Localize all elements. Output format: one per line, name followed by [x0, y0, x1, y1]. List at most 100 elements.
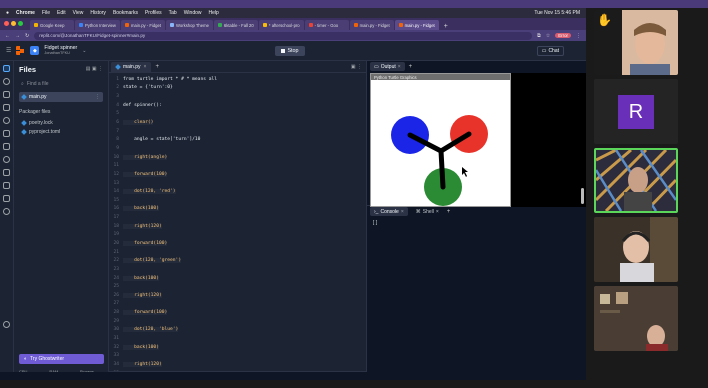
new-console-tab-icon[interactable]: + — [447, 209, 451, 215]
code-line[interactable]: 31 — [109, 334, 366, 343]
extensions-icon[interactable]: ⧉ — [537, 33, 541, 39]
console-tool-icon[interactable] — [3, 130, 10, 137]
browser-tab[interactable]: 6ktable - Fall 20 — [213, 20, 258, 30]
code-line[interactable]: 25 — [109, 282, 366, 291]
files-tool-icon[interactable] — [3, 65, 10, 72]
chat-button[interactable]: ▭ Chat — [536, 46, 564, 56]
replit-logo-icon[interactable] — [16, 46, 25, 55]
code-line[interactable]: 16 back(100) — [109, 205, 366, 214]
code-line[interactable]: 4 def spinner(): — [109, 101, 366, 110]
menu-tab[interactable]: Tab — [169, 10, 177, 16]
code-line[interactable]: 24 back(100) — [109, 274, 366, 283]
file-item-main-py[interactable]: main.py ⋮ — [19, 92, 103, 102]
code-line[interactable]: 32 back(100) — [109, 343, 366, 352]
find-file-input[interactable]: ⌕ Find a file — [19, 79, 103, 88]
video-tile-active-speaker[interactable] — [594, 148, 678, 213]
gallery-resize-handle[interactable] — [581, 188, 584, 204]
repl-title-block[interactable]: Fidget spinner JonathanTFKU — [44, 45, 77, 55]
packages-tool-icon[interactable] — [3, 91, 10, 98]
code-line[interactable]: 11 — [109, 161, 366, 170]
video-tile[interactable] — [594, 217, 678, 282]
close-window-icon[interactable] — [4, 21, 9, 26]
browser-tab[interactable]: - timer - Goo — [304, 20, 349, 30]
video-tile[interactable]: R — [594, 79, 678, 144]
code-line[interactable]: 33 — [109, 352, 366, 361]
code-line[interactable]: 28 forward(100) — [109, 308, 366, 317]
new-editor-tab-icon[interactable]: + — [155, 64, 159, 72]
code-line[interactable]: 22 dot(120, 'green') — [109, 256, 366, 265]
code-line[interactable]: 5 — [109, 110, 366, 119]
menu-help[interactable]: Help — [209, 10, 219, 16]
menu-window[interactable]: Window — [184, 10, 202, 16]
user-tool-icon[interactable] — [3, 156, 10, 163]
console-tab[interactable]: ›_ Console × — [370, 207, 408, 216]
new-file-icon[interactable]: ▤ — [86, 66, 91, 72]
reload-icon[interactable]: ↻ — [25, 33, 29, 39]
code-line[interactable]: 34 right(120) — [109, 360, 366, 369]
code-line[interactable]: 7 — [109, 127, 366, 136]
code-line[interactable]: 13 — [109, 179, 366, 188]
code-line[interactable]: 23 — [109, 265, 366, 274]
browser-tab[interactable]: main.py - Fidget — [120, 20, 165, 30]
check-tool-icon[interactable] — [3, 169, 10, 176]
menu-file[interactable]: File — [42, 10, 50, 16]
close-shell-icon[interactable]: × — [436, 209, 439, 215]
shell-tab[interactable]: ⌘ Shell × — [412, 207, 443, 216]
code-line[interactable]: 3 — [109, 92, 366, 101]
forward-icon[interactable]: → — [15, 33, 20, 39]
new-output-tab-icon[interactable]: + — [409, 64, 413, 70]
turtle-graphics-window[interactable]: Python Turtle Graphics — [370, 73, 511, 207]
code-line[interactable]: 6 clear() — [109, 118, 366, 127]
code-line[interactable]: 8 angle = state['turn']/10 — [109, 135, 366, 144]
code-line[interactable]: 2 state = {'turn':0} — [109, 84, 366, 93]
settings-tool-icon[interactable] — [3, 208, 10, 215]
format-icon[interactable]: ▣ — [351, 64, 356, 70]
code-line[interactable]: 18 right(120) — [109, 222, 366, 231]
sidebar-toggle-icon[interactable]: ☰ — [6, 47, 11, 54]
new-tab-icon[interactable]: + — [440, 23, 452, 30]
code-line[interactable]: 15 — [109, 196, 366, 205]
output-tab[interactable]: ▭ Output × — [370, 62, 405, 71]
zoom-window-icon[interactable] — [18, 21, 23, 26]
code-line[interactable]: 14 dot(120, 'red') — [109, 187, 366, 196]
apple-icon[interactable]: ● — [6, 10, 9, 16]
browser-tab[interactable]: Workshop Theme — [166, 20, 213, 30]
browser-tab[interactable]: Google Keep — [30, 20, 74, 30]
chat-tool-icon[interactable] — [3, 195, 10, 202]
file-item-poetry-lock[interactable]: poetry.lock — [19, 118, 103, 127]
code-line[interactable]: 10 right(angle) — [109, 153, 366, 162]
menubar-app-name[interactable]: Chrome — [16, 10, 35, 16]
browser-tab[interactable]: * afterschool-pro — [258, 20, 304, 30]
help-tool-icon[interactable] — [3, 321, 10, 328]
debugger-tool-icon[interactable] — [3, 143, 10, 150]
profile-error-chip[interactable]: Error — [555, 33, 571, 38]
code-line[interactable]: 20 forward(100) — [109, 239, 366, 248]
code-line[interactable]: 1 from turtle import * # * means all — [109, 75, 366, 84]
search-tool-icon[interactable] — [3, 78, 10, 85]
close-output-icon[interactable]: × — [398, 64, 401, 70]
files-more-icon[interactable]: ⋮ — [98, 66, 103, 72]
stop-button[interactable]: Stop — [275, 46, 305, 56]
new-folder-icon[interactable]: ▣ — [92, 66, 97, 72]
video-tile[interactable]: ✋ — [594, 10, 678, 75]
code-line[interactable]: 17 — [109, 213, 366, 222]
secrets-tool-icon[interactable] — [3, 104, 10, 111]
code-line[interactable]: 26 right(120) — [109, 291, 366, 300]
menu-view[interactable]: View — [73, 10, 84, 16]
minimize-window-icon[interactable] — [11, 21, 16, 26]
console-prompt[interactable]: [] — [367, 217, 586, 229]
browser-tab[interactable]: Python Interview — [75, 20, 120, 30]
file-item-pyproject[interactable]: pyproject.toml — [19, 127, 103, 136]
code-line[interactable]: 21 — [109, 248, 366, 257]
bookmark-star-icon[interactable]: ☆ — [546, 33, 550, 39]
menu-history[interactable]: History — [90, 10, 106, 16]
more-vert-icon[interactable]: ⋮ — [576, 33, 581, 39]
chevron-down-icon[interactable]: ⌄ — [82, 48, 86, 54]
git-tool-icon[interactable] — [3, 117, 10, 124]
code-area[interactable]: 1 from turtle import * # * means all 2 stat… — [109, 75, 366, 380]
url-field[interactable]: replit.com/@JonathanTFKU/Fidget-spinner#… — [34, 31, 533, 40]
code-line[interactable]: 9 — [109, 144, 366, 153]
close-tab-icon[interactable]: × — [144, 64, 147, 70]
menu-profiles[interactable]: Profiles — [145, 10, 162, 16]
database-tool-icon[interactable] — [3, 182, 10, 189]
